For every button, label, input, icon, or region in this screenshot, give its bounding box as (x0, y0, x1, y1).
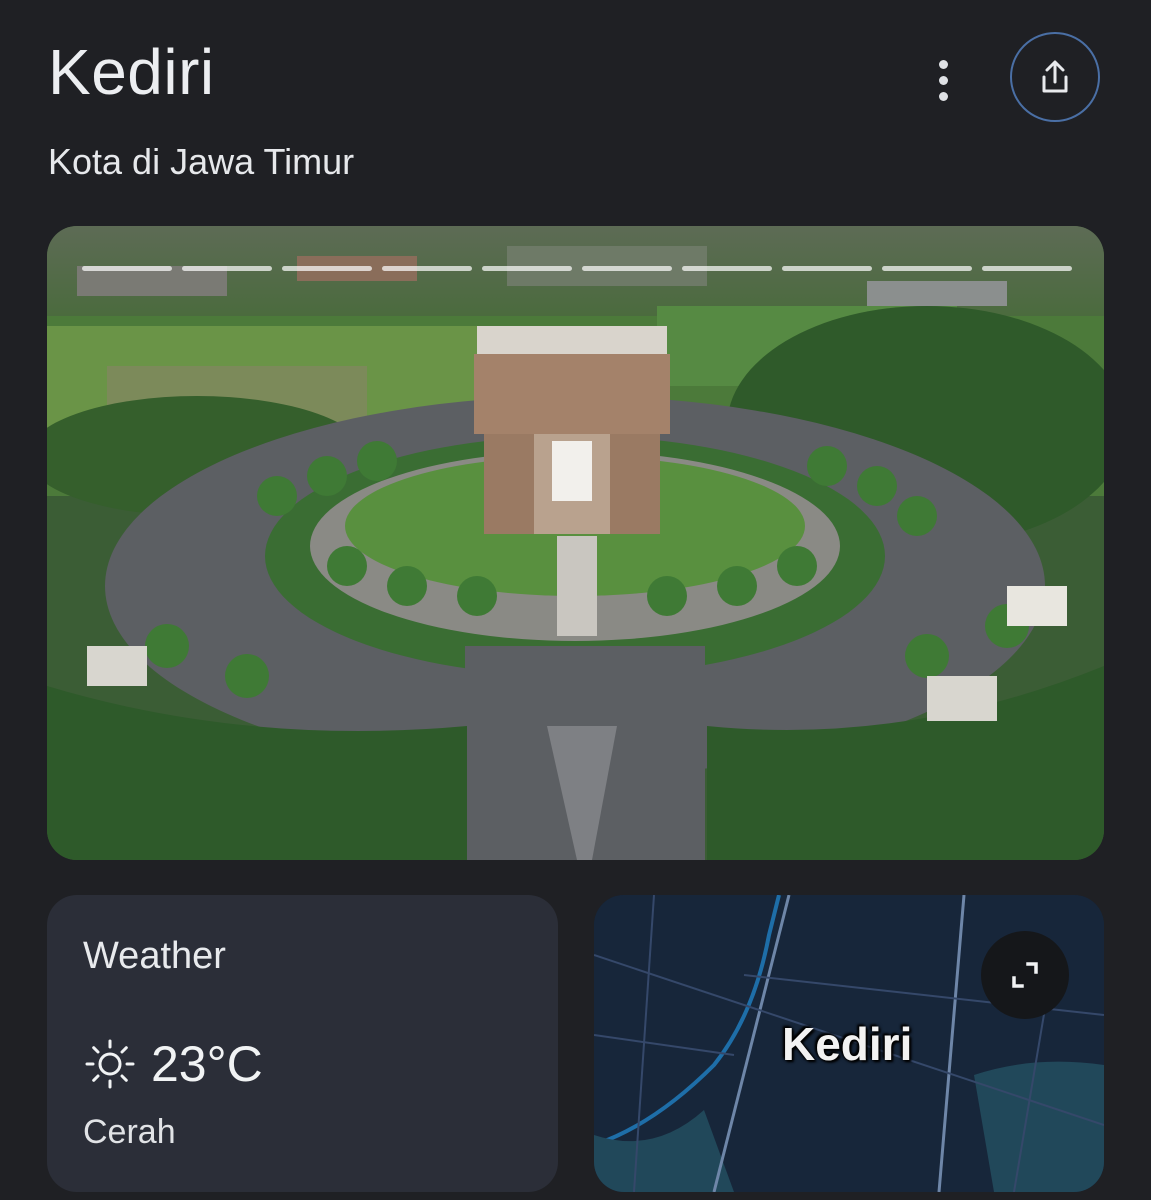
story-segment (882, 266, 972, 271)
story-segment (582, 266, 672, 271)
sun-icon (85, 1039, 135, 1089)
monument-aerial-photo (47, 226, 1104, 860)
share-icon (1042, 60, 1068, 93)
weather-summary: 23°C (83, 1035, 263, 1093)
story-segment (482, 266, 572, 271)
expand-map-button[interactable] (981, 931, 1069, 1019)
story-segment (82, 266, 172, 271)
expand-icon (1012, 962, 1038, 988)
weather-card[interactable]: Weather 23°C Cerah (47, 895, 558, 1192)
weather-condition: Cerah (83, 1113, 176, 1151)
map-city-label: Kediri (782, 1018, 913, 1070)
share-button[interactable] (1010, 32, 1100, 122)
map-card[interactable]: Kediri (594, 895, 1104, 1192)
more-vert-icon (938, 59, 948, 69)
weather-temperature: 23°C (151, 1036, 263, 1092)
weather-title: Weather (83, 935, 226, 977)
story-segment (982, 266, 1072, 271)
story-segment (782, 266, 872, 271)
more-options-button[interactable] (918, 52, 968, 108)
more-vert-dot (938, 75, 948, 85)
story-segment (182, 266, 272, 271)
story-segment (282, 266, 372, 271)
page-title: Kediri (48, 36, 215, 108)
story-progress (82, 266, 1072, 272)
hero-image[interactable] (47, 226, 1104, 860)
story-segment (682, 266, 772, 271)
more-vert-dot (938, 91, 948, 101)
place-panel: Kediri Kota di Jawa Timur Weather 23°C C… (0, 0, 1151, 1200)
story-segment (382, 266, 472, 271)
page-subtitle: Kota di Jawa Timur (48, 141, 355, 182)
